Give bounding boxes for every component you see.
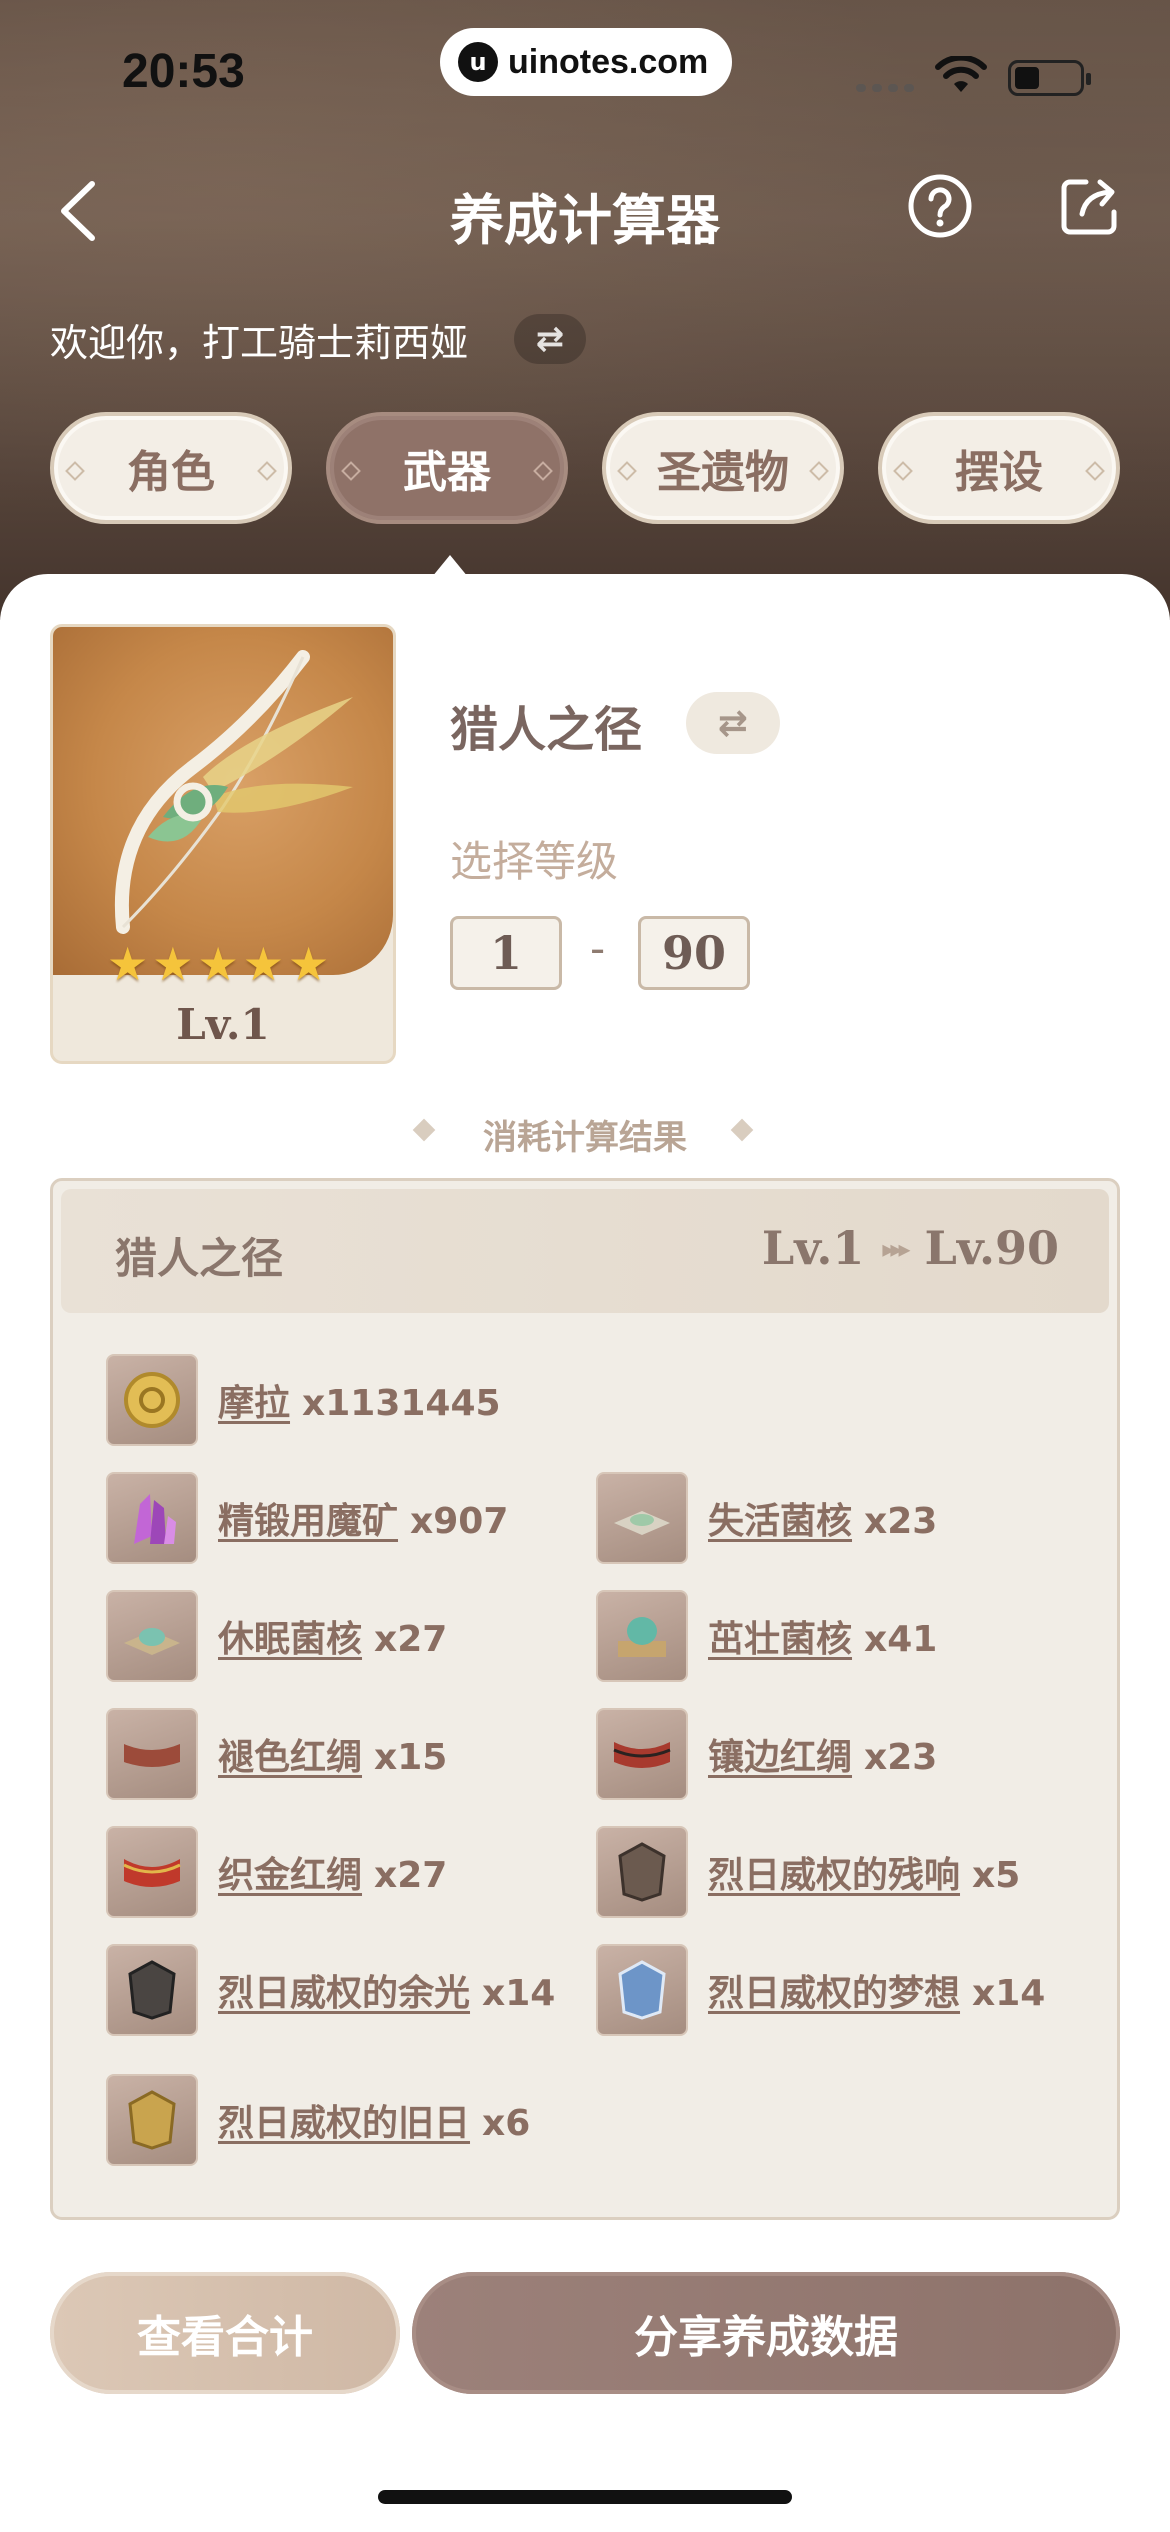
- material-item[interactable]: 茁壮菌核 x41: [596, 1588, 937, 1684]
- weapon-level-badge: Lv.1: [176, 1000, 270, 1049]
- result-panel: 猎人之径 Lv.1 ▸▸▸ Lv.90: [50, 1178, 1120, 2220]
- tab-label: 圣遗物: [657, 447, 789, 498]
- mora-coin-icon: [106, 1354, 198, 1446]
- material-item[interactable]: 休眠菌核 x27: [106, 1588, 447, 1684]
- material-name[interactable]: 摩拉: [218, 1383, 290, 1424]
- url-pill[interactable]: u uinotes.com: [440, 28, 732, 96]
- active-tab-pointer: [432, 555, 468, 577]
- material-count: x14: [482, 1973, 556, 2014]
- mystic-ore-icon: [106, 1472, 198, 1564]
- material-count: x5: [972, 1855, 1021, 1896]
- material-item[interactable]: 精锻用魔矿 x907: [106, 1470, 508, 1566]
- page-title: 养成计算器: [450, 189, 720, 252]
- tab-character[interactable]: 角色: [50, 412, 292, 524]
- tab-label: 武器: [403, 447, 491, 498]
- section-title: 消耗计算结果: [483, 1118, 687, 1158]
- material-count: x23: [864, 1737, 938, 1778]
- result-weapon-name: 猎人之径: [115, 1234, 284, 1283]
- material-count: x27: [374, 1619, 448, 1660]
- material-name[interactable]: 休眠菌核: [218, 1619, 362, 1660]
- material-count: x41: [864, 1619, 938, 1660]
- trimmed-red-silk-icon: [596, 1708, 688, 1800]
- material-count: x23: [864, 1501, 938, 1542]
- material-name[interactable]: 烈日威权的旧日: [218, 2103, 470, 2144]
- weapon-name: 猎人之径: [450, 702, 643, 758]
- weapon-card[interactable]: ★ ★ ★ ★ ★ Lv.1: [50, 624, 396, 1064]
- star-icon: ★: [288, 937, 330, 991]
- result-level-range: Lv.1 ▸▸▸ Lv.90: [762, 1221, 1059, 1275]
- rich-red-brocade-icon: [106, 1826, 198, 1918]
- level-to-input[interactable]: 90: [638, 916, 750, 990]
- star-icon: ★: [107, 937, 149, 991]
- material-name[interactable]: 褪色红绸: [218, 1737, 362, 1778]
- select-level-label: 选择等级: [450, 837, 619, 886]
- welcome-text: 欢迎你，打工骑士莉西娅: [50, 321, 469, 365]
- material-item[interactable]: 失活菌核 x23: [596, 1470, 937, 1566]
- share-icon[interactable]: [1056, 172, 1124, 240]
- home-indicator: [378, 2490, 792, 2504]
- tab-label: 摆设: [955, 447, 1043, 498]
- weapon-art: [53, 627, 393, 975]
- signal-icon: [856, 84, 914, 92]
- tab-artifact[interactable]: 圣遗物: [602, 412, 844, 524]
- material-item[interactable]: 镶边红绸 x23: [596, 1706, 937, 1802]
- material-count: x27: [374, 1855, 448, 1896]
- tab-furnishing[interactable]: 摆设: [878, 412, 1120, 524]
- switch-account-button[interactable]: ⇄: [514, 314, 586, 364]
- echo-of-scorching-might-icon: [596, 1826, 688, 1918]
- level-from-input[interactable]: 1: [450, 916, 562, 990]
- material-name[interactable]: 镶边红绸: [708, 1737, 852, 1778]
- olden-days-of-scorching-might-icon: [106, 2074, 198, 2166]
- dormant-fungal-nucleus-icon: [106, 1590, 198, 1682]
- dream-of-scorching-might-icon: [596, 1944, 688, 2036]
- inactivated-fungal-nucleus-icon: [596, 1472, 688, 1564]
- material-name[interactable]: 烈日威权的残响: [708, 1855, 960, 1896]
- bow-icon: [114, 650, 353, 934]
- material-item[interactable]: 烈日威权的余光 x14: [106, 1942, 555, 2038]
- material-item[interactable]: 织金红绸 x27: [106, 1824, 447, 1920]
- remnant-glow-of-scorching-might-icon: [106, 1944, 198, 2036]
- material-name[interactable]: 精锻用魔矿: [218, 1501, 398, 1542]
- material-count: x1131445: [302, 1383, 501, 1424]
- material-name[interactable]: 烈日威权的余光: [218, 1973, 470, 2014]
- site-logo-icon: u: [458, 42, 498, 82]
- wifi-icon: [935, 56, 987, 92]
- result-header: 猎人之径 Lv.1 ▸▸▸ Lv.90: [61, 1189, 1109, 1313]
- material-item[interactable]: 烈日威权的梦想 x14: [596, 1942, 1045, 2038]
- material-count: x15: [374, 1737, 448, 1778]
- material-count: x6: [482, 2103, 531, 2144]
- material-name[interactable]: 失活菌核: [708, 1501, 852, 1542]
- material-count: x14: [972, 1973, 1046, 2014]
- tab-label: 角色: [127, 447, 215, 498]
- share-data-button[interactable]: 分享养成数据: [412, 2272, 1120, 2394]
- material-item[interactable]: 烈日威权的残响 x5: [596, 1824, 1020, 1920]
- result-to-level: Lv.90: [924, 1221, 1059, 1275]
- battery-icon: [1008, 60, 1091, 96]
- star-icon: ★: [197, 937, 239, 991]
- rarity-stars: ★ ★ ★ ★ ★: [107, 937, 329, 991]
- material-name[interactable]: 烈日威权的梦想: [708, 1973, 960, 2014]
- url-text: uinotes.com: [508, 42, 709, 81]
- tab-weapon[interactable]: 武器: [326, 412, 568, 524]
- material-count: x907: [410, 1501, 509, 1542]
- view-total-button[interactable]: 查看合计: [50, 2272, 400, 2394]
- status-time: 20:53: [122, 45, 245, 98]
- material-item[interactable]: 摩拉 x1131445: [106, 1352, 501, 1448]
- material-item[interactable]: 褪色红绸 x15: [106, 1706, 447, 1802]
- result-from-level: Lv.1: [761, 1221, 865, 1275]
- level-range-dash: -: [590, 924, 606, 973]
- material-name[interactable]: 织金红绸: [218, 1855, 362, 1896]
- switch-weapon-button[interactable]: ⇄: [686, 692, 780, 754]
- faded-red-satin-icon: [106, 1708, 198, 1800]
- help-icon[interactable]: [906, 172, 974, 240]
- star-icon: ★: [242, 937, 284, 991]
- material-name[interactable]: 茁壮菌核: [708, 1619, 852, 1660]
- arrow-icon: ▸▸▸: [882, 1233, 910, 1263]
- star-icon: ★: [152, 937, 194, 991]
- robust-fungal-nucleus-icon: [596, 1590, 688, 1682]
- material-item[interactable]: 烈日威权的旧日 x6: [106, 2072, 530, 2168]
